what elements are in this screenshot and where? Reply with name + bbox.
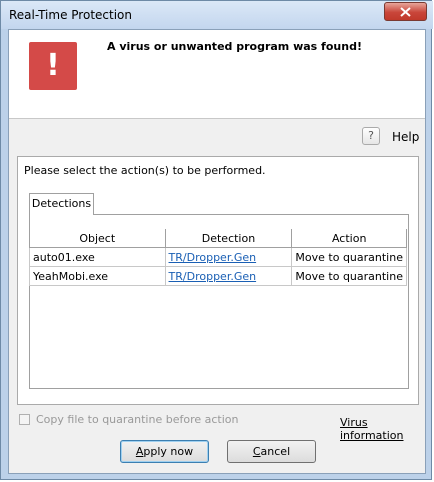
cancel-label: ancel bbox=[260, 445, 291, 458]
column-header-action[interactable]: Action bbox=[291, 229, 407, 248]
help-link[interactable]: Help bbox=[392, 130, 419, 144]
window-title: Real-Time Protection bbox=[9, 8, 132, 22]
column-header-object[interactable]: Object bbox=[29, 229, 166, 248]
dialog-body: ! A virus or unwanted program was found!… bbox=[8, 29, 426, 474]
copy-to-quarantine-checkbox[interactable] bbox=[19, 414, 30, 425]
action-cell[interactable]: Move to quarantine bbox=[291, 247, 407, 267]
alert-message: A virus or unwanted program was found! bbox=[107, 40, 362, 53]
detections-panel: Please select the action(s) to be perfor… bbox=[17, 156, 419, 405]
detections-table: Object Detection Action auto01.exe TR/Dr… bbox=[29, 229, 407, 286]
table-row[interactable]: YeahMobi.exe TR/Dropper.Gen Move to quar… bbox=[29, 266, 407, 286]
instruction-text: Please select the action(s) to be perfor… bbox=[24, 164, 266, 177]
dialog-window: Real-Time Protection ! A virus or unwant… bbox=[0, 0, 433, 480]
detection-cell: TR/Dropper.Gen bbox=[164, 266, 293, 286]
close-icon bbox=[400, 7, 411, 17]
virus-information-link[interactable]: Virus information bbox=[340, 416, 425, 442]
apply-now-button[interactable]: Apply now bbox=[120, 440, 209, 463]
exclamation-icon: ! bbox=[29, 42, 77, 90]
title-bar[interactable]: Real-Time Protection bbox=[1, 1, 433, 29]
tab-detections[interactable]: Detections bbox=[29, 193, 94, 215]
object-cell: YeahMobi.exe bbox=[29, 266, 166, 286]
column-header-detection[interactable]: Detection bbox=[164, 229, 293, 248]
alert-banner: ! A virus or unwanted program was found! bbox=[9, 30, 425, 119]
action-cell[interactable]: Move to quarantine bbox=[291, 266, 407, 286]
table-row[interactable]: auto01.exe TR/Dropper.Gen Move to quaran… bbox=[29, 247, 407, 267]
copy-to-quarantine-label: Copy file to quarantine before action bbox=[36, 413, 239, 426]
cancel-accelerator: C bbox=[252, 445, 261, 458]
cancel-button[interactable]: Cancel bbox=[227, 440, 316, 463]
help-icon[interactable]: ? bbox=[362, 127, 380, 145]
detections-tab-page: Object Detection Action auto01.exe TR/Dr… bbox=[29, 214, 409, 389]
close-button[interactable] bbox=[384, 2, 427, 21]
table-header-row: Object Detection Action bbox=[29, 229, 407, 248]
detection-link[interactable]: TR/Dropper.Gen bbox=[169, 270, 257, 283]
detection-cell: TR/Dropper.Gen bbox=[164, 247, 293, 267]
apply-label: pply now bbox=[143, 445, 194, 458]
detection-link[interactable]: TR/Dropper.Gen bbox=[169, 251, 257, 264]
object-cell: auto01.exe bbox=[29, 247, 166, 267]
